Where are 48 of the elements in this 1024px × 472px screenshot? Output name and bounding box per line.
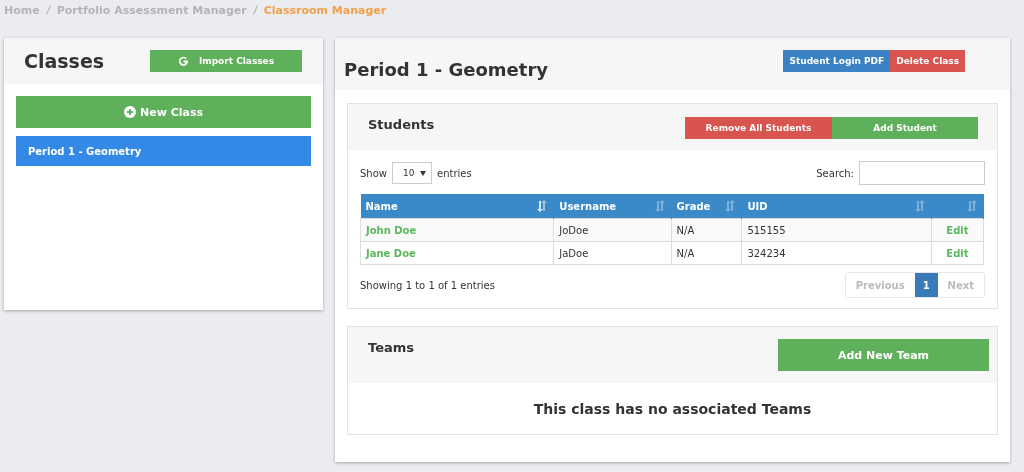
table-cell: N/A [671,241,742,265]
sort-icon [913,200,926,212]
table-info: Showing 1 to 1 of 1 entries [360,279,495,291]
student-name-link[interactable]: Jane Doe [360,241,554,265]
table-cell: JoDoe [553,218,672,242]
sort-icon [966,200,978,212]
column-header[interactable]: Name [360,194,554,219]
separator-icon [45,5,51,15]
column-header[interactable]: UID [741,194,932,219]
search-field[interactable] [859,161,985,185]
class-title: Period 1 - Geometry [344,58,549,80]
page-size-select[interactable]: 10 [392,162,432,184]
section-title: Students [368,117,435,134]
column-header[interactable] [931,194,984,219]
student-action-button[interactable]: Remove All Students [685,117,832,139]
sort-icon [724,200,737,212]
plus-circle-icon [124,106,136,118]
show-label: Show [360,167,387,179]
edit-link[interactable]: Edit [931,218,984,242]
search-label: Search: [816,167,854,179]
entries-label: entries [437,167,472,179]
table-cell: JaDoe [553,241,672,265]
sort-icon [536,200,549,212]
section-title: Teams [368,340,414,357]
new-class-button[interactable]: New Class [16,96,311,128]
breadcrumb-link[interactable]: Classroom Manager [263,3,387,17]
class-action-button[interactable]: Student Login PDF [783,50,891,72]
pagination-button[interactable]: 1 [914,273,938,297]
google-icon [177,55,189,67]
breadcrumb-link[interactable]: Home [4,3,40,17]
import-classes-button[interactable]: Import Classes [150,50,302,72]
breadcrumb-link[interactable]: Portfolio Assessment Manager [56,3,247,17]
panel-title: Classes [24,50,105,72]
empty-message: This class has no associated Teams [532,400,813,419]
caret-icon [420,170,426,176]
column-header[interactable]: Username [553,194,672,219]
table-cell: N/A [671,218,742,242]
class-action-button[interactable]: Delete Class [890,50,965,72]
class-list-item[interactable]: Period 1 - Geometry [16,136,311,166]
table-cell: 515155 [741,218,932,242]
separator-icon [252,5,258,15]
student-action-button[interactable]: Add Student [832,117,978,139]
student-name-link[interactable]: John Doe [360,218,554,242]
edit-link[interactable]: Edit [931,241,984,265]
table-cell: 324234 [741,241,932,265]
column-header[interactable]: Grade [671,194,742,219]
add-team-button[interactable]: Add New Team [778,339,989,371]
sort-icon [653,200,666,212]
